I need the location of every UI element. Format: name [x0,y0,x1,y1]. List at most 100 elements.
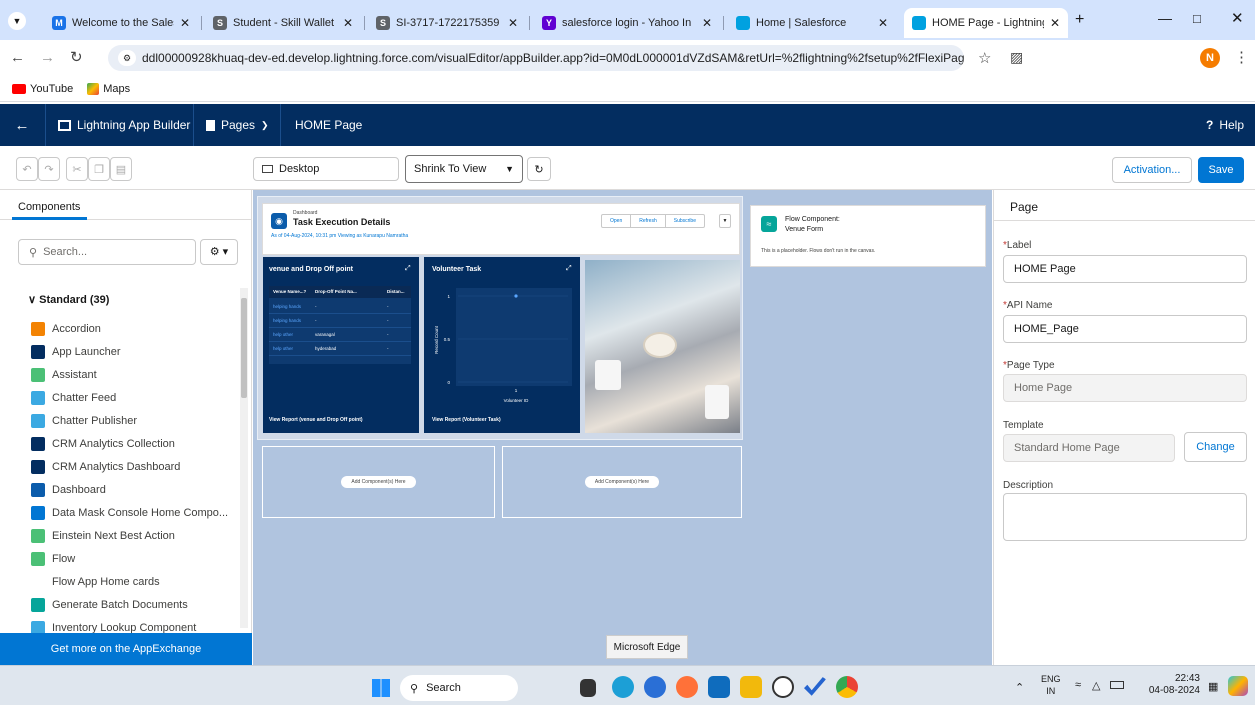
save-button[interactable]: Save [1198,157,1244,183]
redo-button[interactable]: ↷ [38,157,60,181]
edge-icon[interactable] [612,676,634,698]
site-info-icon[interactable]: ⚙ [118,50,136,66]
app-icon[interactable] [644,676,666,698]
browser-tab[interactable]: Home | Salesforce ✕ [728,8,896,38]
copilot-icon[interactable] [1228,676,1248,696]
browser-menu-icon[interactable]: ⋮ [1234,48,1249,66]
plot-area [456,288,572,386]
refresh-canvas-button[interactable]: ↻ [527,157,551,181]
restore-icon[interactable]: □ [1193,11,1201,26]
windows-start-icon[interactable] [372,679,390,697]
api-name-input[interactable]: HOME_Page [1003,315,1247,343]
settings-menu-button[interactable]: ⚙ ▾ [200,239,238,265]
food-donation-image[interactable] [585,260,740,433]
cut-button[interactable]: ✂ [66,157,88,181]
paste-button[interactable]: ▤ [110,157,132,181]
tab-favicon-icon [736,16,750,30]
view-report-link[interactable]: View Report (Volunteer Task) [432,417,501,423]
close-tab-icon[interactable]: ✕ [502,16,518,30]
zoom-select[interactable]: Shrink To View ▼ [405,155,523,183]
component-placeholder[interactable]: Add Component(s) Here [262,446,495,518]
mail-icon[interactable] [708,676,730,698]
taskbar-search[interactable]: ⚲ Search [400,675,518,701]
widget-title: venue and Drop Off point [269,266,353,273]
subscribe-button[interactable]: Subscribe [666,215,704,227]
extensions-icon[interactable]: ▨ [1010,49,1023,66]
label-input[interactable]: HOME Page [1003,255,1247,283]
section-standard[interactable]: ∨ Standard (39) [28,293,109,306]
tab-favicon-icon: Y [542,16,556,30]
tab-components[interactable]: Components [0,190,251,220]
table-row: helping hands - - [269,300,411,314]
tray-chevron-icon[interactable]: ⌃ [1015,681,1024,694]
table-column-header: Distan... [387,289,405,294]
taskbar-search-label: Search [426,682,461,694]
dashboard-component[interactable]: ◉ Dashboard Task Execution Details As of… [262,203,740,255]
app-builder-title: Lightning App Builder [58,104,190,146]
browser-tab[interactable]: Ysalesforce login - Yahoo In ✕ [534,8,720,38]
description-textarea[interactable] [1003,493,1247,541]
back-arrow-icon[interactable]: ← [10,104,34,146]
language-indicator[interactable]: ENG IN [1041,673,1061,697]
close-window-icon[interactable]: ✕ [1231,9,1244,27]
flow-icon: ≈ [761,216,777,232]
new-tab-icon[interactable]: + [1075,11,1084,29]
expand-icon[interactable]: ⤢ [405,265,411,273]
url-field[interactable]: ⚙ ddl00000928khuaq-dev-ed.develop.lightn… [108,45,964,71]
expand-icon[interactable]: ⤢ [566,265,572,273]
pages-menu[interactable]: Pages ❯ [206,104,269,146]
component-icon [31,437,45,451]
flow-component[interactable]: ≈ Flow Component: Venue Form This is a p… [750,205,986,267]
volume-icon[interactable]: △ [1092,679,1100,692]
search-input[interactable]: ⚲ Search... [18,239,196,265]
device-selector[interactable]: Desktop [253,157,399,181]
activation-button[interactable]: Activation... [1112,157,1192,183]
bookmark-star-icon[interactable]: ☆ [978,49,991,67]
undo-button[interactable]: ↶ [16,157,38,181]
notification-icon[interactable]: ▦ [1208,680,1218,693]
profile-avatar[interactable]: N [1200,48,1220,68]
appexchange-link[interactable]: Get more on the AppExchange [0,633,252,665]
refresh-button[interactable]: Refresh [631,215,666,227]
tab-search-icon[interactable]: ▼ [8,12,26,30]
battery-icon[interactable] [1110,681,1124,689]
clock[interactable]: 22:43 04-08-2024 [1128,673,1200,697]
reload-icon[interactable]: ↻ [70,48,83,66]
bookmark-youtube[interactable]: YouTube [12,83,73,95]
bookmark-maps[interactable]: Maps [87,82,130,95]
back-icon[interactable]: ← [10,49,25,66]
widget-table: Venue Name...? Drop-Off Point Na... Distan… [269,286,411,364]
section-label: Standard (39) [39,294,110,306]
minimize-icon[interactable]: — [1158,10,1172,26]
chrome-icon[interactable] [836,676,858,698]
browser-tab[interactable]: HOME Page - Lightning A✕ [904,8,1068,38]
browser-tab[interactable]: S Student - Skill Wallet ✕ [205,8,361,38]
open-button[interactable]: Open [602,215,632,227]
table-cell: helping hands [273,304,302,309]
close-tab-icon[interactable]: ✕ [174,16,190,30]
task-view-icon[interactable] [580,679,596,697]
view-report-link[interactable]: View Report (venue and Drop Off point) [269,417,363,423]
browser-tab[interactable]: M Welcome to the Salesforce✕ [44,8,198,38]
file-explorer-icon[interactable] [740,676,762,698]
dashboard-menu-button[interactable]: ▼ [719,214,731,228]
change-template-button[interactable]: Change [1184,432,1247,462]
flow-title: Flow Component: [785,216,840,223]
scrollbar[interactable] [240,288,248,628]
forward-icon[interactable]: → [40,49,55,66]
firefox-icon[interactable] [676,676,698,698]
component-placeholder[interactable]: Add Component(s) Here [502,446,742,518]
dell-icon[interactable] [772,676,794,698]
close-tab-icon[interactable]: ✕ [696,16,712,30]
help-link[interactable]: ? Help [1206,104,1244,146]
close-tab-icon[interactable]: ✕ [1044,16,1060,30]
copy-button[interactable]: ❐ [88,157,110,181]
chart-widget[interactable]: Volunteer Task ⤢ 1 0.5 0 1 Volunteer ID Recor… [424,257,580,433]
wifi-icon[interactable]: ≈ [1075,679,1081,691]
device-label: Desktop [279,163,320,175]
app-builder-icon [58,119,71,131]
table-widget[interactable]: venue and Drop Off point ⤢ Venue Name...… [263,257,419,433]
close-tab-icon[interactable]: ✕ [872,16,888,30]
browser-tab[interactable]: S SI-3717-1722175359 ✕ [368,8,526,38]
close-tab-icon[interactable]: ✕ [337,16,353,30]
